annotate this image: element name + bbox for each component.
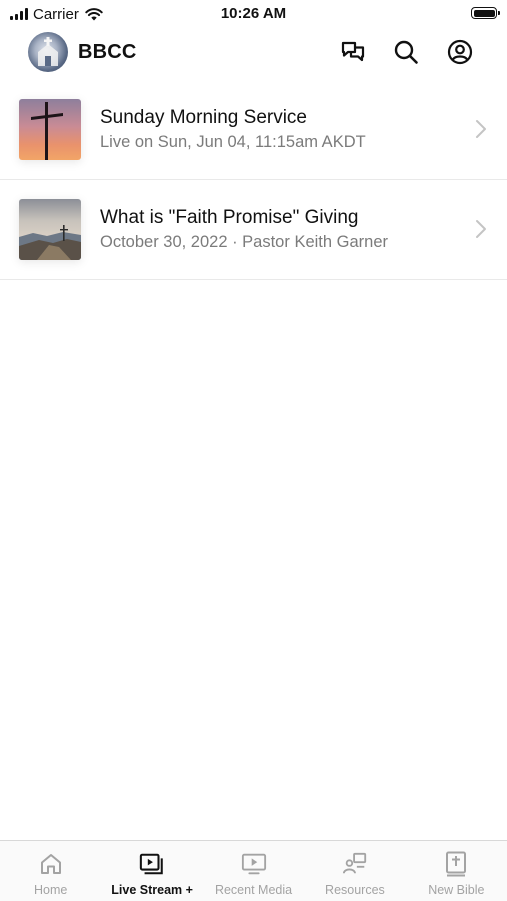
list-item[interactable]: Sunday Morning Service Live on Sun, Jun …: [0, 80, 507, 180]
home-icon: [38, 851, 64, 877]
tab-recent-media[interactable]: Recent Media: [203, 841, 304, 901]
chat-icon[interactable]: [339, 38, 367, 66]
app-header: BBCC: [0, 28, 507, 80]
play-screen-icon: [241, 851, 267, 877]
mountain-cross-thumbnail: [19, 199, 81, 260]
item-subtitle: Live on Sun, Jun 04, 11:15am AKDT: [100, 133, 366, 151]
profile-icon[interactable]: [446, 38, 474, 66]
tab-label: Live Stream +: [111, 883, 193, 897]
tab-live-stream[interactable]: Live Stream +: [101, 841, 202, 901]
church-logo-image: [38, 37, 58, 66]
item-title: What is "Faith Promise" Giving: [100, 207, 359, 228]
tab-label: Recent Media: [214, 883, 293, 897]
chevron-right-icon: [476, 220, 486, 238]
tab-new-bible[interactable]: New Bible: [406, 841, 507, 901]
live-stream-icon: [139, 851, 165, 877]
item-subtitle: October 30, 2022 · Pastor Keith Garner: [100, 233, 388, 251]
status-bar: Carrier 10:26 AM: [0, 0, 507, 28]
battery-level: [473, 9, 495, 17]
tab-bar: Home Live Stream + Recent Media Resource…: [0, 840, 507, 901]
tab-home[interactable]: Home: [0, 841, 101, 901]
item-title: Sunday Morning Service: [100, 107, 307, 128]
status-time: 10:26 AM: [220, 5, 287, 22]
media-list: Sunday Morning Service Live on Sun, Jun …: [0, 80, 507, 280]
app-title: BBCC: [78, 41, 137, 63]
chevron-right-icon: [476, 120, 486, 138]
list-item[interactable]: What is "Faith Promise" Giving October 3…: [0, 180, 507, 280]
tab-label: New Bible: [428, 883, 485, 897]
bible-icon: [443, 851, 469, 877]
tab-label: Resources: [325, 883, 385, 897]
battery-icon: [471, 7, 500, 19]
resources-icon: [342, 851, 368, 877]
search-icon[interactable]: [392, 38, 420, 66]
tab-resources[interactable]: Resources: [304, 841, 405, 901]
cross-sunset-thumbnail: [19, 99, 81, 160]
tab-label: Home: [34, 883, 68, 897]
church-logo-avatar[interactable]: [28, 32, 68, 72]
